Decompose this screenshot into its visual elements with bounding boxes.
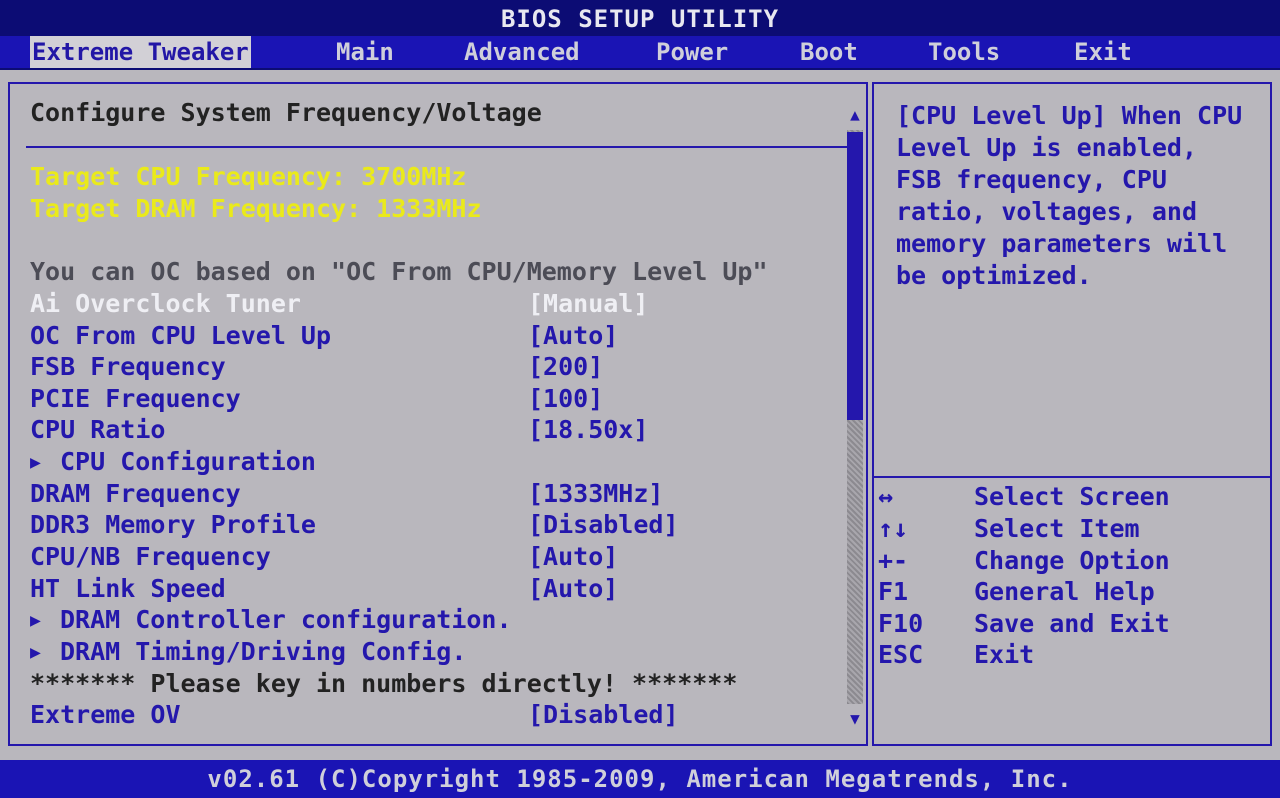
scroll-up-arrow-icon[interactable]: ▲ [846, 104, 864, 126]
setting-label: Ai Overclock Tuner [30, 289, 301, 318]
setting-value[interactable]: [100] [528, 384, 603, 414]
setting-label: Extreme OV [30, 700, 181, 729]
setting-dram-frequency[interactable]: DRAM Frequency [1333MHz] [30, 479, 830, 509]
menu-tab-boot[interactable]: Boot [798, 36, 860, 68]
setting-value[interactable]: [Disabled] [528, 510, 679, 540]
menu-tab-main[interactable]: Main [334, 36, 396, 68]
setting-value[interactable]: [200] [528, 352, 603, 382]
key-description: Select Item [974, 514, 1140, 543]
submenu-dram-controller-configuration[interactable]: ▶ DRAM Controller configuration. [30, 605, 830, 635]
key-label: F10 [878, 609, 924, 638]
setting-label: DRAM Timing/Driving Config. [60, 637, 467, 666]
setting-label: HT Link Speed [30, 574, 226, 603]
menu-bar: Extreme Tweaker Main Advanced Power Boot… [0, 36, 1280, 70]
title-divider [26, 146, 850, 148]
target-dram-frequency: Target DRAM Frequency: 1333MHz [30, 194, 482, 223]
scrollbar[interactable]: ▲ ▼ [846, 104, 864, 730]
key-description: Select Screen [974, 482, 1170, 511]
setting-value[interactable]: [Disabled] [528, 700, 679, 730]
setting-ai-overclock-tuner[interactable]: Ai Overclock Tuner [Manual] [30, 289, 830, 319]
arrows-vertical-icon: ↑↓ [878, 514, 909, 543]
key-label: +- [878, 546, 909, 575]
setting-cpu-nb-frequency[interactable]: CPU/NB Frequency [Auto] [30, 542, 830, 572]
setting-oc-from-cpu-level-up[interactable]: OC From CPU Level Up [Auto] [30, 321, 830, 351]
help-divider [874, 476, 1270, 478]
setting-value[interactable]: [Auto] [528, 574, 618, 604]
menu-tab-advanced[interactable]: Advanced [462, 36, 582, 68]
setting-value[interactable]: [Auto] [528, 542, 618, 572]
window-title: BIOS SETUP UTILITY [0, 0, 1280, 36]
setting-label: OC From CPU Level Up [30, 321, 332, 350]
submenu-dram-timing-driving-config[interactable]: ▶ DRAM Timing/Driving Config. [30, 637, 830, 667]
setting-label: FSB Frequency [30, 352, 226, 381]
setting-value[interactable]: [18.50x] [528, 415, 648, 445]
setting-label: DRAM Frequency [30, 479, 241, 508]
submenu-arrow-icon: ▶ [30, 610, 41, 631]
menu-tab-exit[interactable]: Exit [1072, 36, 1134, 68]
target-cpu-frequency: Target CPU Frequency: 3700MHz [30, 162, 467, 191]
key-label: ESC [878, 640, 924, 669]
key-description: Exit [974, 640, 1035, 669]
submenu-arrow-icon: ▶ [30, 642, 41, 663]
setting-extreme-ov[interactable]: Extreme OV [Disabled] [30, 700, 830, 730]
copyright-footer: v02.61 (C)Copyright 1985-2009, American … [0, 760, 1280, 798]
arrows-horizontal-icon: ↔ [878, 482, 894, 511]
setting-ddr3-memory-profile[interactable]: DDR3 Memory Profile [Disabled] [30, 510, 830, 540]
setting-label: DDR3 Memory Profile [30, 510, 316, 539]
setting-fsb-frequency[interactable]: FSB Frequency [200] [30, 352, 830, 382]
setting-ht-link-speed[interactable]: HT Link Speed [Auto] [30, 574, 830, 604]
setting-label: CPU Ratio [30, 415, 166, 444]
manual-entry-notice: ******* Please key in numbers directly! … [30, 669, 738, 698]
page-title: Configure System Frequency/Voltage [30, 98, 542, 127]
submenu-arrow-icon: ▶ [30, 452, 41, 473]
oc-note: You can OC based on "OC From CPU/Memory … [30, 257, 768, 286]
scroll-thumb[interactable] [847, 132, 863, 420]
menu-tab-power[interactable]: Power [654, 36, 730, 68]
menu-tab-extreme-tweaker[interactable]: Extreme Tweaker [30, 36, 251, 68]
setting-value[interactable]: [Manual] [528, 289, 648, 319]
setting-cpu-ratio[interactable]: CPU Ratio [18.50x] [30, 415, 830, 445]
setting-label: CPU/NB Frequency [30, 542, 271, 571]
setting-value[interactable]: [1333MHz] [528, 479, 663, 509]
key-description: Change Option [974, 546, 1170, 575]
setting-label: PCIE Frequency [30, 384, 241, 413]
setting-label: DRAM Controller configuration. [60, 605, 512, 634]
submenu-cpu-configuration[interactable]: ▶ CPU Configuration [30, 447, 830, 477]
help-description: [CPU Level Up] When CPU Level Up is enab… [896, 101, 1243, 290]
setting-value[interactable]: [Auto] [528, 321, 618, 351]
key-label: F1 [878, 577, 909, 606]
key-description: Save and Exit [974, 609, 1170, 638]
setting-pcie-frequency[interactable]: PCIE Frequency [100] [30, 384, 830, 414]
key-description: General Help [974, 577, 1155, 606]
setting-label: CPU Configuration [60, 447, 316, 476]
scroll-down-arrow-icon[interactable]: ▼ [846, 708, 864, 730]
menu-tab-tools[interactable]: Tools [926, 36, 1002, 68]
